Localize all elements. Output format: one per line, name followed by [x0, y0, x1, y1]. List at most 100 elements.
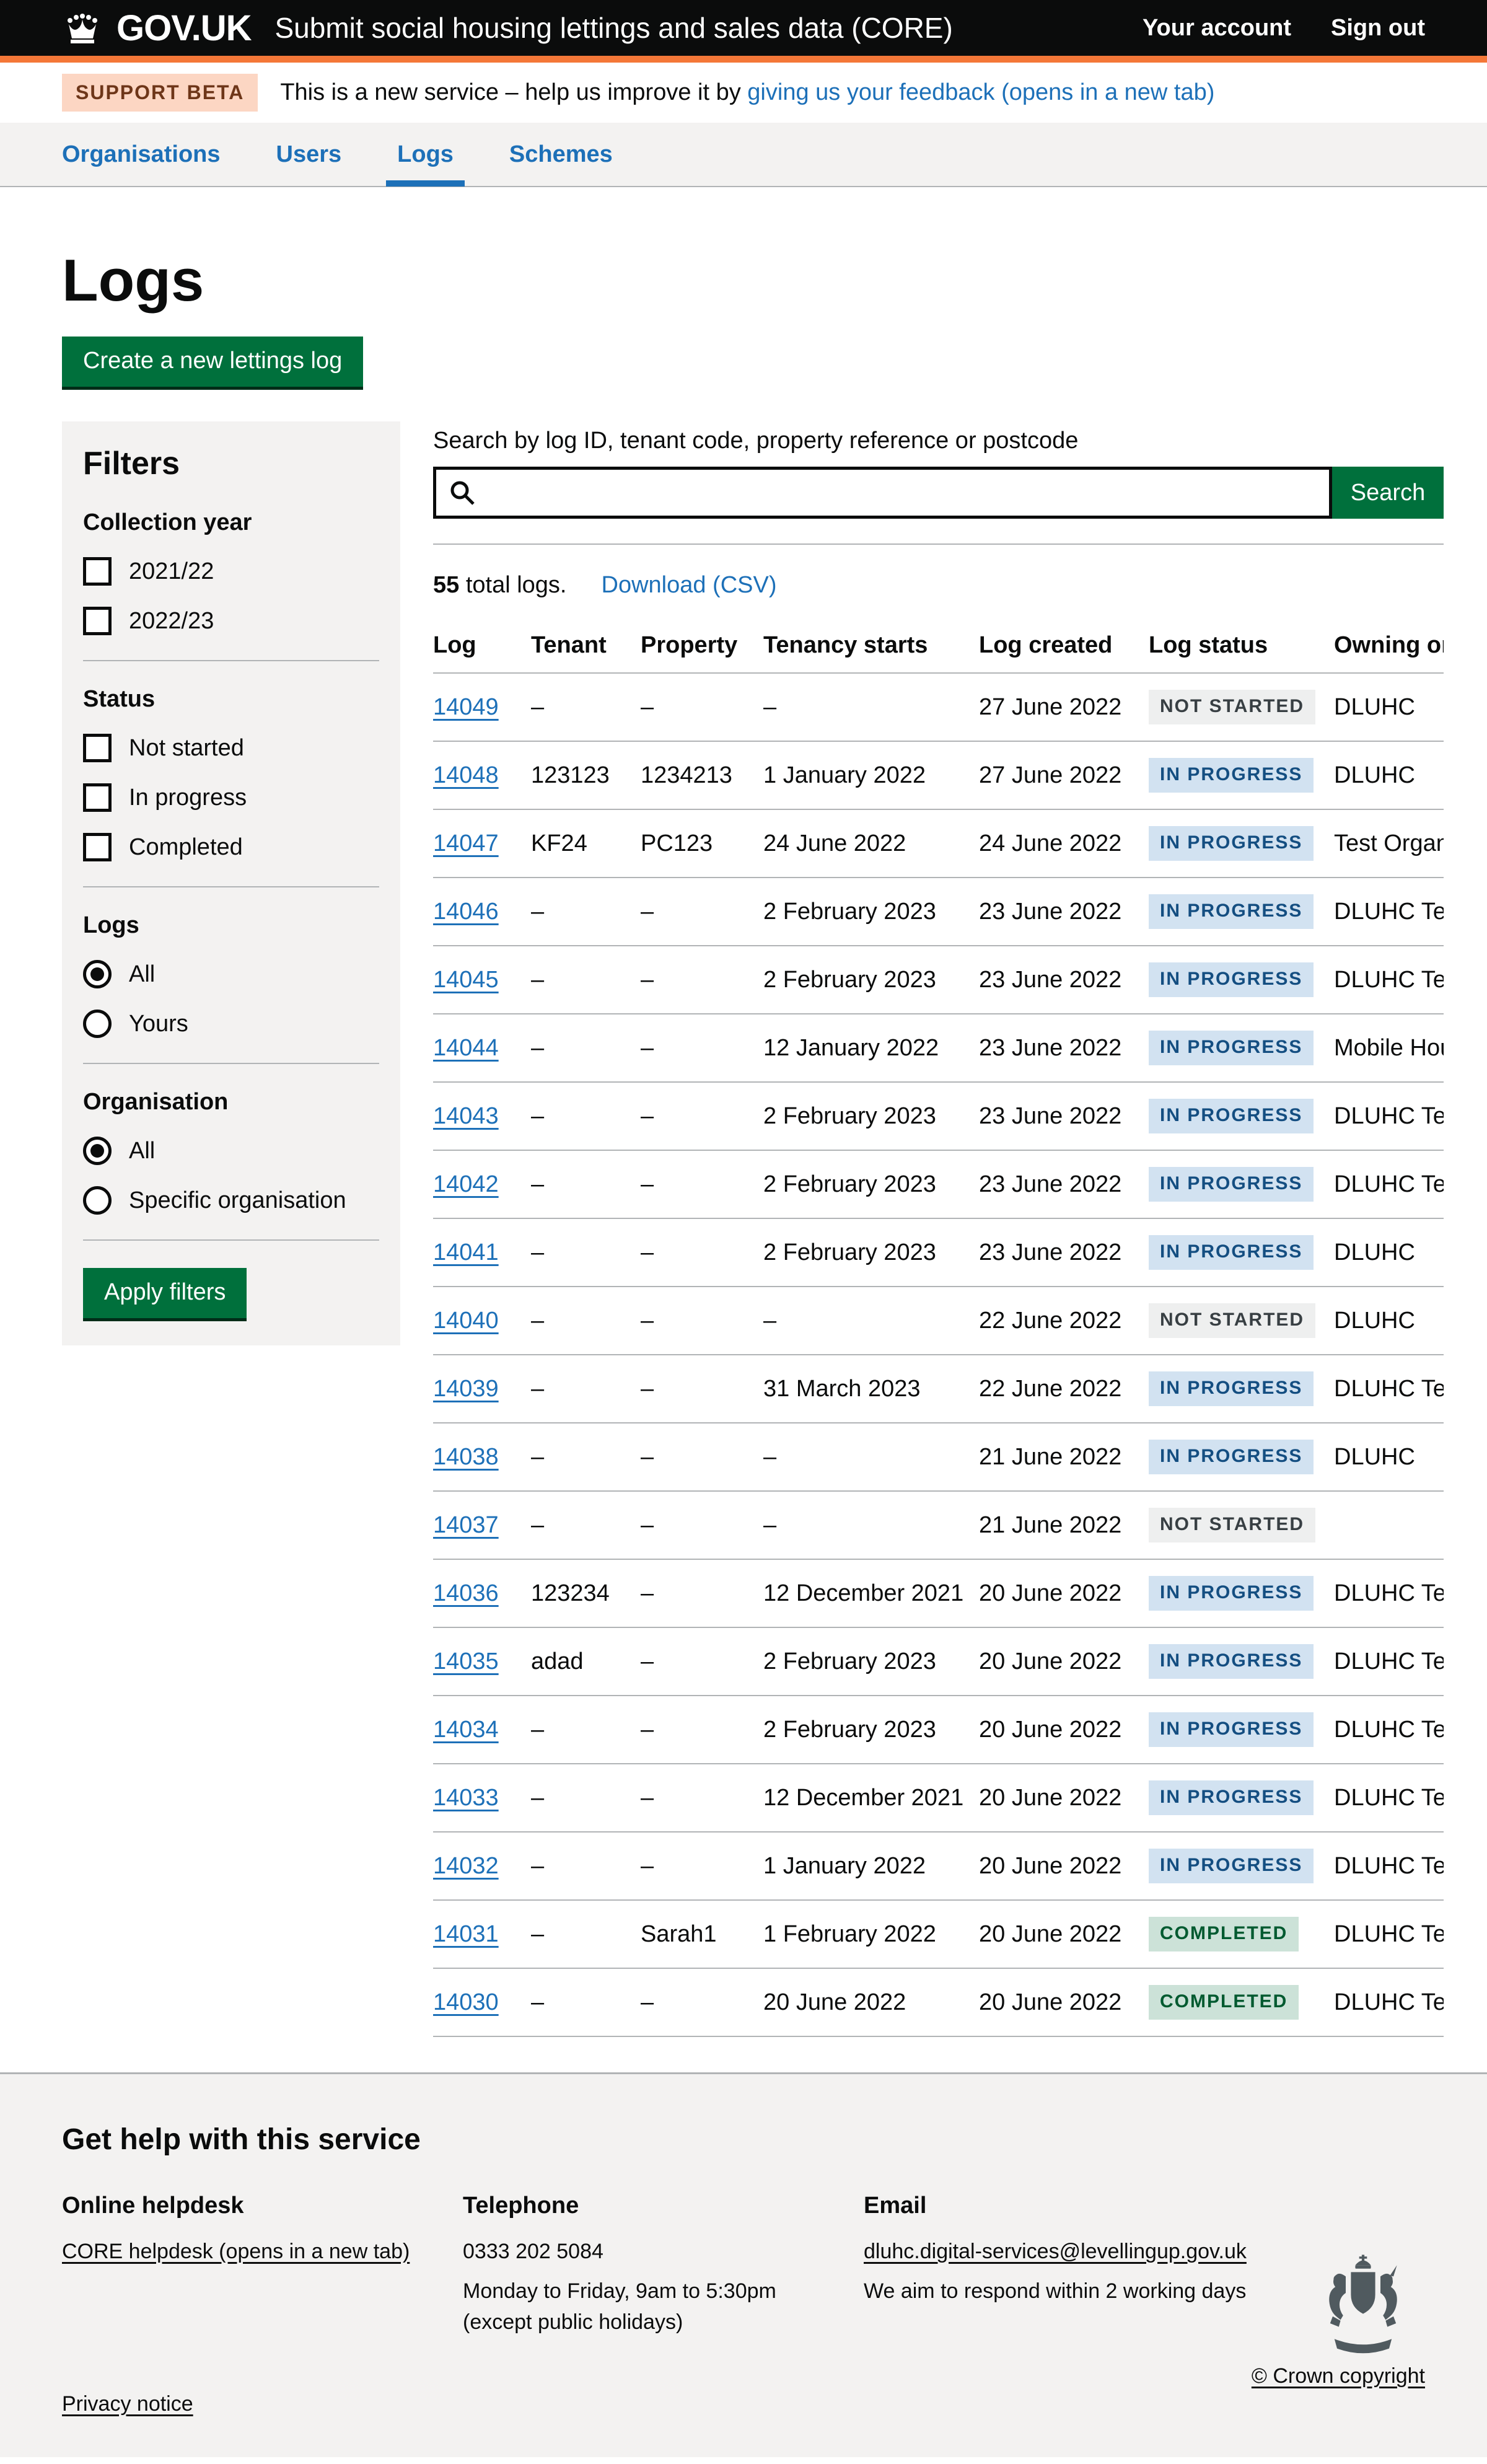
table-row: 14036123234–12 December 202120 June 2022… [433, 1559, 1444, 1627]
checkbox-icon[interactable] [83, 783, 112, 812]
cell-property: PC123 [641, 809, 763, 878]
log-id-link[interactable]: 14047 [433, 830, 499, 856]
log-id-link[interactable]: 14043 [433, 1103, 499, 1129]
cell-tenancy_starts: – [763, 1423, 979, 1491]
log-id-link[interactable]: 14046 [433, 899, 499, 925]
radio-icon[interactable] [83, 960, 112, 988]
cell-owning-organisation: DLUHC Test [1334, 1082, 1444, 1150]
cell-tenant: KF24 [531, 809, 641, 878]
cell-owning-organisation: DLUHC Test [1334, 1355, 1444, 1423]
search-button[interactable]: Search [1332, 467, 1444, 519]
privacy-notice-link[interactable]: Privacy notice [62, 2392, 193, 2416]
checkbox-icon[interactable] [83, 833, 112, 861]
cell-tenant: – [531, 1491, 641, 1559]
radio-option-all[interactable]: All [83, 1137, 379, 1165]
radio-option-yours[interactable]: Yours [83, 1010, 379, 1038]
table-row: 14045––2 February 202323 June 2022IN PRO… [433, 946, 1444, 1014]
log-id-link[interactable]: 14031 [433, 1921, 499, 1947]
your-account-link[interactable]: Your account [1143, 15, 1291, 42]
govuk-logo-group[interactable]: GOV.UK Submit social housing lettings an… [62, 7, 953, 49]
log-id-link[interactable]: 14042 [433, 1171, 499, 1197]
cell-property: – [641, 1082, 763, 1150]
checkbox-option-not-started[interactable]: Not started [83, 734, 379, 762]
radio-icon[interactable] [83, 1010, 112, 1038]
footer-email-column: Email dluhc.digital-services@levellingup… [864, 2193, 1265, 2348]
email-link[interactable]: dluhc.digital-services@levellingup.gov.u… [864, 2240, 1247, 2263]
checkbox-option-2022-23[interactable]: 2022/23 [83, 607, 379, 635]
log-id-link[interactable]: 14030 [433, 1989, 499, 2015]
table-row: 14035adad–2 February 202320 June 2022IN … [433, 1627, 1444, 1696]
log-id-link[interactable]: 14038 [433, 1444, 499, 1470]
service-name[interactable]: Submit social housing lettings and sales… [274, 11, 952, 45]
table-row: 14031–Sarah11 February 202220 June 2022C… [433, 1900, 1444, 1968]
nav-item-schemes[interactable]: Schemes [509, 122, 613, 187]
cell-log_created: 23 June 2022 [979, 1082, 1149, 1150]
log-id-link[interactable]: 14037 [433, 1512, 499, 1538]
download-csv-link[interactable]: Download (CSV) [602, 572, 777, 598]
cell-property: – [641, 946, 763, 1014]
nav-item-organisations[interactable]: Organisations [62, 122, 221, 187]
cell-tenancy_starts: 2 February 2023 [763, 1696, 979, 1764]
feedback-link[interactable]: giving us your feedback (opens in a new … [747, 79, 1214, 105]
log-id-link[interactable]: 14048 [433, 762, 499, 788]
log-id-link[interactable]: 14033 [433, 1785, 499, 1811]
radio-option-specific-organisation[interactable]: Specific organisation [83, 1186, 379, 1215]
telephone-hours: Monday to Friday, 9am to 5:30pm [463, 2277, 864, 2306]
cell-tenancy_starts: 1 January 2022 [763, 1832, 979, 1900]
telephone-number: 0333 202 5084 [463, 2238, 864, 2266]
checkbox-option-2021-22[interactable]: 2021/22 [83, 557, 379, 586]
crown-copyright-link[interactable]: © Crown copyright [1252, 2364, 1425, 2388]
log-id-link[interactable]: 14032 [433, 1853, 499, 1879]
status-badge: NOT STARTED [1149, 1508, 1315, 1542]
logs-table-wrap: LogTenantPropertyTenancy startsLog creat… [433, 622, 1444, 2037]
log-id-link[interactable]: 14039 [433, 1376, 499, 1402]
checkbox-option-in-progress[interactable]: In progress [83, 783, 379, 812]
filters-panel: Filters Collection year2021/222022/23Sta… [62, 421, 400, 1345]
email-heading: Email [864, 2193, 1265, 2219]
log-id-link[interactable]: 14049 [433, 694, 499, 720]
radio-icon[interactable] [83, 1186, 112, 1215]
footer: Get help with this service Online helpde… [0, 2072, 1487, 2457]
log-id-link[interactable]: 14045 [433, 967, 499, 993]
cell-log_created: 23 June 2022 [979, 1218, 1149, 1287]
log-id-link[interactable]: 14040 [433, 1308, 499, 1334]
cell-log_created: 23 June 2022 [979, 1150, 1149, 1218]
cell-owning-organisation: Mobile Housing [1334, 1014, 1444, 1082]
checkbox-icon[interactable] [83, 734, 112, 762]
checkbox-icon[interactable] [83, 607, 112, 635]
footer-heading: Get help with this service [62, 2123, 1425, 2157]
cell-owning-organisation: DLUHC Test [1334, 1900, 1444, 1968]
radio-option-all[interactable]: All [83, 960, 379, 988]
log-id-link[interactable]: 14036 [433, 1580, 499, 1606]
nav-item-logs[interactable]: Logs [397, 122, 454, 187]
checkbox-option-completed[interactable]: Completed [83, 833, 379, 861]
cell-tenancy_starts: 12 December 2021 [763, 1764, 979, 1832]
checkbox-icon[interactable] [83, 557, 112, 586]
log-id-link[interactable]: 14041 [433, 1239, 499, 1265]
cell-log_created: 27 June 2022 [979, 741, 1149, 809]
cell-tenancy_starts: 2 February 2023 [763, 1218, 979, 1287]
cell-property: – [641, 1287, 763, 1355]
create-lettings-log-button[interactable]: Create a new lettings log [62, 337, 363, 387]
cell-tenancy_starts: 12 December 2021 [763, 1559, 979, 1627]
cell-property: 1234213 [641, 741, 763, 809]
nav-item-users[interactable]: Users [276, 122, 342, 187]
cell-tenant: – [531, 1218, 641, 1287]
govuk-header: GOV.UK Submit social housing lettings an… [0, 0, 1487, 63]
email-note: We aim to respond within 2 working days [864, 2277, 1265, 2306]
search-input[interactable] [487, 470, 1317, 516]
total-count: 55 [433, 572, 459, 598]
radio-icon[interactable] [83, 1137, 112, 1165]
log-id-link[interactable]: 14044 [433, 1035, 499, 1061]
log-id-link[interactable]: 14035 [433, 1648, 499, 1674]
apply-filters-button[interactable]: Apply filters [83, 1268, 247, 1318]
sign-out-link[interactable]: Sign out [1331, 15, 1425, 42]
core-helpdesk-link[interactable]: CORE helpdesk (opens in a new tab) [62, 2240, 410, 2263]
log-id-link[interactable]: 14034 [433, 1717, 499, 1743]
cell-owning-organisation: DLUHC Test [1334, 946, 1444, 1014]
royal-crest-icon [1320, 2254, 1406, 2365]
cell-owning-organisation: DLUHC Test [1334, 1627, 1444, 1696]
cell-tenant: – [531, 1287, 641, 1355]
cell-property: – [641, 1491, 763, 1559]
divider [83, 1239, 379, 1241]
